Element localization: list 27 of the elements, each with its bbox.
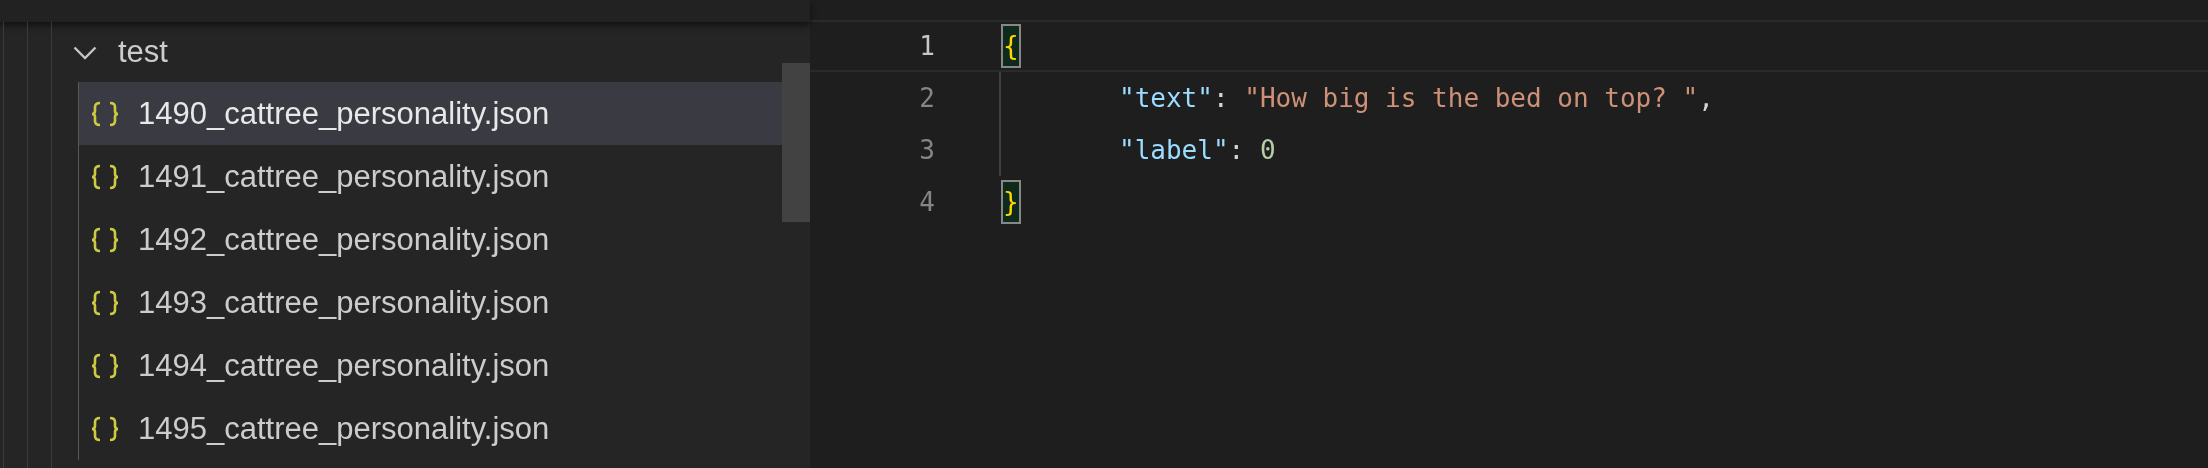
file-item[interactable]: 1490_cattree_personality.json bbox=[79, 82, 782, 145]
braces-icon bbox=[90, 415, 120, 442]
file-item[interactable]: 1492_cattree_personality.json bbox=[79, 208, 782, 271]
braces-icon bbox=[90, 100, 120, 127]
line-number: 1 bbox=[918, 31, 935, 61]
scrollbar[interactable] bbox=[782, 63, 810, 222]
json-key: "label" bbox=[1119, 135, 1229, 165]
json-string: "How big is the bed on top? " bbox=[1244, 83, 1699, 113]
file-item[interactable]: 1495_cattree_personality.json bbox=[79, 397, 782, 460]
json-brace: { bbox=[1001, 24, 1021, 68]
json-brace: } bbox=[1001, 180, 1021, 224]
braces-icon bbox=[90, 352, 120, 379]
json-punctuation: : bbox=[1228, 135, 1246, 165]
braces-icon bbox=[90, 163, 120, 190]
json-punctuation: , bbox=[1698, 83, 1714, 113]
json-punctuation: : bbox=[1212, 83, 1230, 113]
line-number: 4 bbox=[918, 187, 935, 217]
braces-icon bbox=[90, 289, 120, 316]
file-item[interactable]: 1491_cattree_personality.json bbox=[79, 145, 782, 208]
file-item[interactable]: 1493_cattree_personality.json bbox=[79, 271, 782, 334]
file-item[interactable]: 1494_cattree_personality.json bbox=[79, 334, 782, 397]
line-number: 3 bbox=[918, 135, 935, 165]
braces-icon bbox=[90, 226, 120, 253]
folder-item[interactable]: test bbox=[63, 22, 810, 82]
json-key: "text" bbox=[1119, 83, 1213, 113]
json-number: 0 bbox=[1259, 135, 1276, 165]
line-number: 2 bbox=[918, 83, 935, 113]
